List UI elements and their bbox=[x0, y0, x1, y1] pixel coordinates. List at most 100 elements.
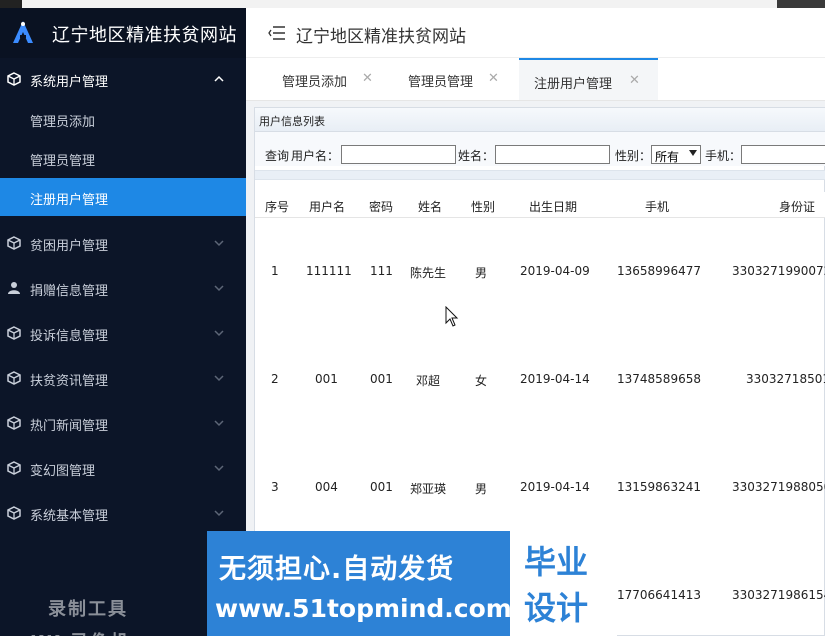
tab-label: 管理员管理 bbox=[408, 75, 474, 90]
cube-icon bbox=[7, 236, 21, 250]
cube-icon bbox=[7, 326, 21, 340]
column-header: 出生日期 bbox=[529, 200, 578, 214]
tab-admin-add[interactable]: 管理员添加 ✕ bbox=[264, 58, 386, 100]
sidebar-item-label: 捐赠信息管理 bbox=[30, 284, 109, 299]
cell-index: 2 bbox=[271, 372, 279, 386]
sidebar-item-label: 贫困用户管理 bbox=[30, 239, 109, 254]
cell-name: 郑亚瑛 bbox=[410, 482, 447, 496]
cell-index: 3 bbox=[271, 480, 279, 494]
panel-header: 用户信息列表 bbox=[255, 108, 825, 132]
chevron-down-icon bbox=[214, 240, 224, 247]
cell-gender: 男 bbox=[475, 266, 488, 280]
chevron-down-icon bbox=[214, 510, 224, 517]
sidebar-item-label: 热门新闻管理 bbox=[30, 419, 109, 434]
close-icon[interactable]: ✕ bbox=[362, 71, 373, 86]
sidebar-item-carousel[interactable]: 变幻图管理 bbox=[0, 447, 246, 489]
search-bar: 查询 用户名： 姓名： 性别： 所有 手机： bbox=[255, 132, 825, 166]
sidebar-subitem-label: 管理员添加 bbox=[30, 115, 96, 130]
sidebar-subitem-label: 管理员管理 bbox=[30, 154, 96, 169]
tab-bar: 管理员添加 ✕ 管理员管理 ✕ 注册用户管理 ✕ bbox=[246, 58, 825, 101]
table-header: 序号 用户名 密码 姓名 性别 出生日期 手机 身份证 bbox=[255, 192, 825, 218]
close-icon[interactable]: ✕ bbox=[629, 73, 640, 88]
sidebar-item-hot-news[interactable]: 热门新闻管理 bbox=[0, 402, 246, 444]
cell-password: 001 bbox=[370, 480, 393, 494]
menu-toggle-icon[interactable] bbox=[268, 26, 286, 40]
ad-banner[interactable]: 无须担心.自动发货 www.51topmind.com 毕业 设计 bbox=[207, 531, 617, 636]
chevron-up-icon bbox=[214, 75, 224, 82]
close-icon[interactable]: ✕ bbox=[488, 71, 499, 86]
sidebar-item-complaints[interactable]: 投诉信息管理 bbox=[0, 312, 246, 354]
cell-phone: 13658996477 bbox=[617, 264, 701, 278]
panel-title: 用户信息列表 bbox=[259, 115, 325, 128]
tab-label: 管理员添加 bbox=[282, 75, 348, 90]
cell-password: 001 bbox=[370, 372, 393, 386]
banner-headline: 无须担心.自动发货 bbox=[219, 554, 455, 585]
cell-name: 陈先生 bbox=[410, 266, 447, 280]
column-header: 用户名 bbox=[309, 200, 346, 214]
table-row[interactable]: 3 004 001 郑亚瑛 男 2019-04-14 13159863241 3… bbox=[255, 436, 825, 544]
sidebar-item-system-basic[interactable]: 系统基本管理 bbox=[0, 492, 246, 534]
gender-label: 性别： bbox=[615, 149, 652, 163]
banner-url: www.51topmind.com bbox=[215, 594, 512, 623]
app-title: 辽宁地区精准扶贫网站 bbox=[52, 25, 237, 46]
chevron-down-icon bbox=[214, 375, 224, 382]
column-header: 序号 bbox=[265, 200, 290, 214]
cell-birthdate: 2019-04-14 bbox=[520, 372, 590, 386]
sidebar-subitem-registered-users[interactable]: 注册用户管理 bbox=[0, 178, 246, 216]
user-icon bbox=[8, 282, 20, 294]
strip-dark-left bbox=[0, 0, 22, 8]
brand: 辽宁地区精准扶贫网站 bbox=[0, 8, 246, 58]
tab-label: 注册用户管理 bbox=[534, 77, 613, 92]
cell-id-card: 3303271990072 bbox=[732, 264, 825, 278]
logo-icon bbox=[13, 21, 33, 43]
cube-icon bbox=[7, 371, 21, 385]
table-row[interactable]: 2 001 001 邓超 女 2019-04-14 13748589658 33… bbox=[255, 328, 825, 436]
top-header: 辽宁地区精准扶贫网站 bbox=[246, 8, 825, 58]
banner-badge-line1: 毕业 bbox=[524, 543, 589, 581]
column-header: 密码 bbox=[369, 200, 394, 214]
sidebar-item-label: 系统用户管理 bbox=[30, 75, 109, 90]
sidebar-item-label: 投诉信息管理 bbox=[30, 329, 109, 344]
cube-icon bbox=[7, 72, 21, 86]
cell-id-card: 33032718501 bbox=[746, 372, 825, 386]
name-input[interactable] bbox=[495, 145, 610, 164]
cell-username: 001 bbox=[315, 372, 338, 386]
cell-id-card: 3303271988050 bbox=[732, 480, 825, 494]
page-title: 辽宁地区精准扶贫网站 bbox=[296, 27, 466, 47]
cell-phone: 17706641413 bbox=[617, 588, 701, 602]
sidebar-item-label: 变幻图管理 bbox=[30, 464, 96, 479]
tab-registered-users[interactable]: 注册用户管理 ✕ bbox=[519, 58, 658, 100]
tab-admin-manage[interactable]: 管理员管理 ✕ bbox=[390, 58, 512, 100]
column-header: 性别 bbox=[471, 200, 496, 214]
cell-id-card: 3303271986154 bbox=[732, 588, 825, 602]
gender-select[interactable]: 所有 bbox=[651, 145, 701, 164]
recorder-watermark-2: KK 录像机 bbox=[30, 628, 130, 636]
phone-input[interactable] bbox=[741, 145, 825, 164]
cell-birthdate: 2019-04-14 bbox=[520, 480, 590, 494]
cell-username: 004 bbox=[315, 480, 338, 494]
sidebar-subitem-label: 注册用户管理 bbox=[30, 193, 109, 208]
gender-select-value: 所有 bbox=[655, 150, 680, 164]
table-row[interactable]: 1 111111 111 陈先生 男 2019-04-09 1365899647… bbox=[255, 220, 825, 328]
dropdown-arrow-icon bbox=[689, 150, 697, 156]
sidebar-subitem-admin-manage[interactable]: 管理员管理 bbox=[0, 139, 246, 177]
sidebar-item-system-users[interactable]: 系统用户管理 bbox=[0, 58, 246, 100]
screen-top-strip bbox=[0, 0, 825, 8]
column-header: 姓名 bbox=[418, 200, 443, 214]
cell-birthdate: 2019-04-09 bbox=[520, 264, 590, 278]
name-label: 姓名： bbox=[458, 149, 495, 163]
cell-username: 111111 bbox=[306, 264, 352, 278]
banner-badge-line2: 设计 bbox=[524, 589, 589, 627]
mouse-cursor-icon bbox=[445, 306, 459, 327]
column-header: 身份证 bbox=[779, 200, 816, 214]
username-input[interactable] bbox=[341, 145, 456, 164]
cell-index: 1 bbox=[271, 264, 279, 278]
sidebar-item-poverty-news[interactable]: 扶贫资讯管理 bbox=[0, 357, 246, 399]
sidebar-item-donations[interactable]: 捐赠信息管理 bbox=[0, 267, 246, 309]
cell-phone: 13748589658 bbox=[617, 372, 701, 386]
cube-icon bbox=[7, 506, 21, 520]
sidebar-item-poor-users[interactable]: 贫困用户管理 bbox=[0, 222, 246, 264]
cell-phone: 13159863241 bbox=[617, 480, 701, 494]
query-label: 查询 bbox=[265, 149, 290, 163]
sidebar-subitem-admin-add[interactable]: 管理员添加 bbox=[0, 100, 246, 138]
